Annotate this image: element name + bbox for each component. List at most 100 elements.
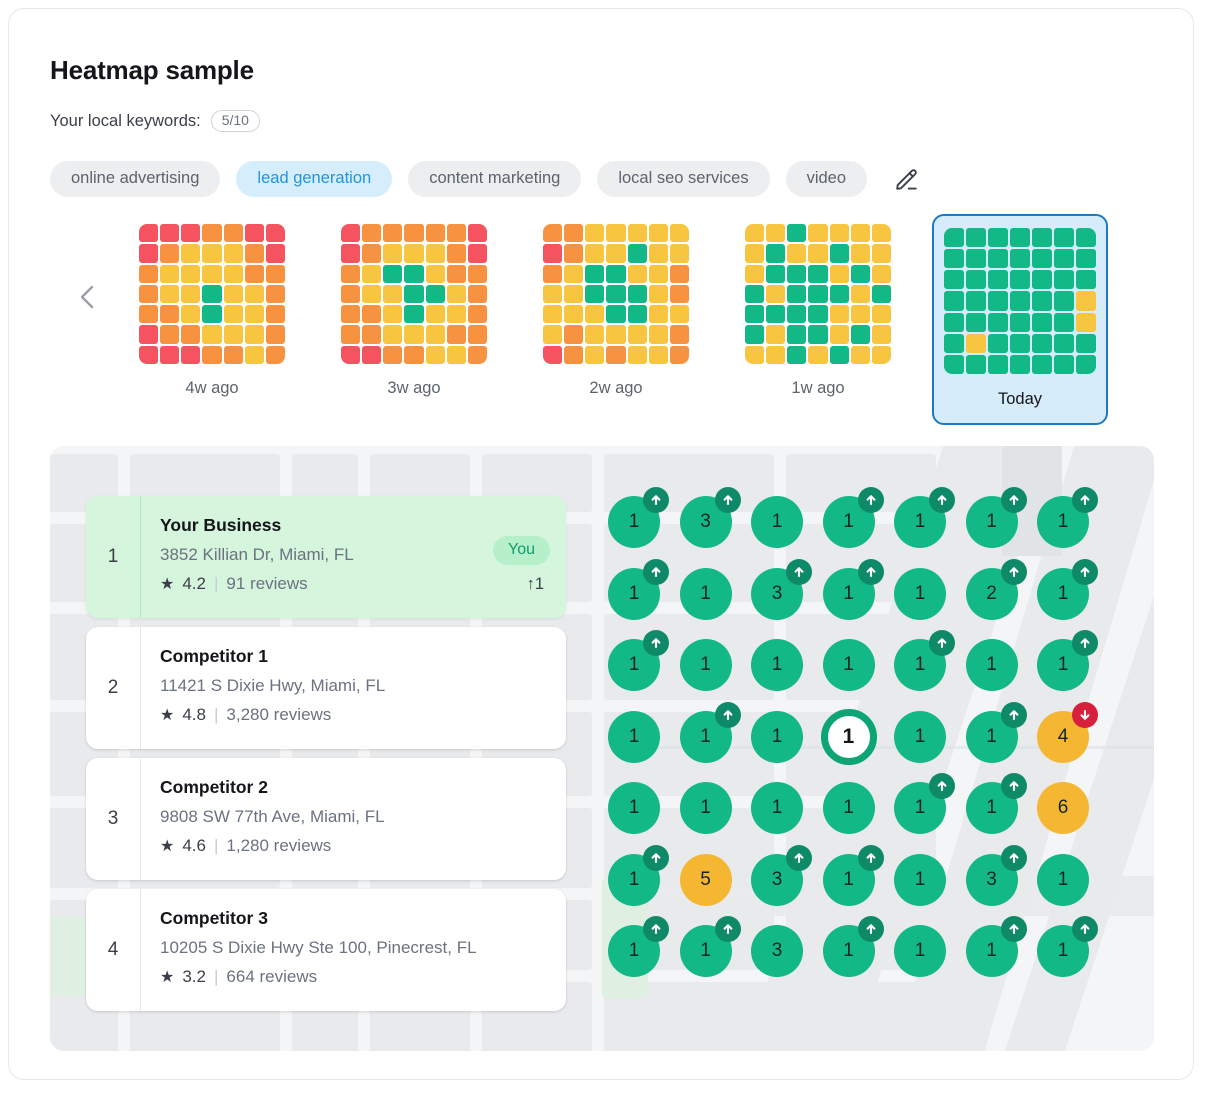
grid-cell	[543, 284, 563, 304]
ranking-row[interactable]: 3 Competitor 2 9808 SW 77th Ave, Miami, FL…	[86, 758, 566, 880]
grid-cell	[1054, 270, 1074, 290]
map-pin[interactable]: 1	[822, 916, 884, 977]
map-pin[interactable]: 1	[965, 916, 1027, 977]
map-pin[interactable]: 1	[894, 567, 946, 620]
map-pin[interactable]: 2	[965, 558, 1027, 620]
grid-cell	[160, 224, 180, 243]
grid-cell	[829, 284, 849, 304]
map-pin[interactable]: 1	[608, 487, 669, 548]
grid-cell	[850, 345, 870, 364]
map-pin[interactable]: 1	[822, 558, 884, 620]
keyword-chip-4[interactable]: video	[785, 161, 868, 198]
pin-rank-value: 1	[914, 654, 926, 675]
pin-rank-value: 1	[771, 511, 783, 532]
pin-rank-value: 1	[843, 582, 854, 604]
grid-cell	[564, 224, 584, 243]
map-pin[interactable]: 1	[608, 916, 669, 977]
map-pin[interactable]: 1	[894, 773, 955, 834]
map-pin[interactable]: 1	[894, 710, 946, 763]
map-pin[interactable]: 1	[679, 916, 741, 977]
timeline-snapshot-1[interactable]: 3w ago	[326, 214, 502, 425]
ranking-row[interactable]: 4 Competitor 3 10205 S Dixie Hwy Ste 100, …	[86, 889, 566, 1011]
grid-cell	[606, 305, 626, 324]
map-pin[interactable]: 6	[1037, 782, 1089, 834]
grid-cell	[202, 244, 222, 263]
grid-cell	[1054, 228, 1074, 248]
pin-rank-value: 1	[986, 511, 997, 532]
map-pin[interactable]: 3	[965, 844, 1027, 906]
business-name: Your Business	[160, 515, 282, 535]
map-pin[interactable]: 1	[965, 773, 1027, 834]
keyword-chip-3[interactable]: local seo services	[597, 161, 770, 198]
map-pin[interactable]: 1	[894, 925, 946, 977]
map-pin[interactable]: 1	[965, 701, 1027, 763]
rating-value: 4.8	[182, 705, 206, 724]
star-icon: ★	[160, 707, 175, 724]
map-pin[interactable]: 3	[679, 487, 741, 548]
map-pin[interactable]: 1	[679, 639, 732, 691]
map-pin[interactable]: 1	[1037, 853, 1089, 906]
pin-rank-value: 1	[986, 725, 997, 747]
grid-cell	[1054, 249, 1074, 269]
map-pin[interactable]: 5	[679, 853, 732, 906]
timeline-snapshot-2[interactable]: 2w ago	[528, 214, 704, 425]
snapshot-grid	[745, 224, 891, 364]
map-pin[interactable]: 4	[1037, 701, 1098, 763]
map-pin[interactable]: 1	[965, 487, 1027, 548]
grid-cell	[139, 345, 159, 364]
map-pin[interactable]: 1	[608, 710, 660, 763]
ranking-row[interactable]: 2 Competitor 1 11421 S Dixie Hwy, Miami, F…	[86, 627, 566, 749]
map-pin[interactable]: 1	[608, 558, 669, 620]
map-pin-current-location[interactable]: 1	[820, 708, 877, 765]
map-pin[interactable]: 1	[822, 487, 884, 548]
map-pin[interactable]: 1	[822, 782, 875, 834]
map-pin[interactable]: 1	[822, 844, 884, 906]
timeline-prev-button[interactable]	[70, 279, 106, 315]
map-pin[interactable]: 1	[608, 782, 660, 834]
map-pin[interactable]: 3	[751, 844, 812, 906]
map-pin[interactable]: 1	[822, 639, 875, 691]
star-icon: ★	[160, 838, 175, 855]
grid-cell	[1010, 333, 1030, 353]
map-pin[interactable]: 1	[751, 496, 803, 548]
map-pin[interactable]: 1	[894, 487, 955, 548]
grid-cell	[223, 284, 243, 304]
grid-cell	[1010, 354, 1030, 374]
map-pin[interactable]: 1	[1037, 630, 1098, 691]
map-pin[interactable]: 1	[1037, 487, 1098, 548]
pin-rank-value: 1	[628, 725, 640, 747]
map-pin[interactable]: 1	[751, 782, 803, 834]
map-pin[interactable]: 3	[751, 558, 812, 620]
map-pin[interactable]: 1	[894, 630, 955, 691]
trend-up-icon	[1000, 487, 1027, 513]
map-pin[interactable]: 1	[751, 639, 803, 691]
keyword-chip-2[interactable]: content marketing	[408, 161, 582, 198]
map-pin[interactable]: 1	[679, 701, 741, 763]
snapshot-grid	[341, 224, 487, 364]
timeline-snapshot-0[interactable]: 4w ago	[124, 214, 300, 425]
grid-cell	[446, 325, 466, 344]
map-pin[interactable]: 1	[679, 782, 732, 834]
edit-keywords-button[interactable]	[883, 165, 921, 193]
map-pin[interactable]: 1	[608, 844, 669, 906]
map-pin[interactable]: 1	[679, 567, 732, 620]
map-pin[interactable]: 3	[751, 925, 803, 977]
keyword-chip-0[interactable]: online advertising	[50, 161, 221, 198]
map-pin[interactable]: 1	[1037, 916, 1098, 977]
grid-cell	[766, 345, 786, 364]
grid-cell	[543, 325, 563, 344]
grid-cell	[181, 284, 201, 304]
grid-cell	[1032, 354, 1052, 374]
keyword-chip-1[interactable]: lead generation	[236, 161, 393, 198]
map-pin[interactable]: 1	[608, 630, 669, 691]
map-pin[interactable]: 1	[894, 853, 946, 906]
map-pin[interactable]: 1	[965, 639, 1018, 691]
map-pin[interactable]: 1	[1037, 558, 1098, 620]
map-container[interactable]: 1 Your Business 3852 Killian Dr, Miami, FL…	[50, 446, 1154, 1051]
pin-rank-value: 3	[986, 868, 997, 890]
grid-cell	[1076, 333, 1096, 353]
ranking-row[interactable]: 1 Your Business 3852 Killian Dr, Miami, FL…	[86, 496, 566, 618]
map-pin[interactable]: 1	[751, 710, 803, 763]
timeline-snapshot-4[interactable]: Today	[932, 214, 1108, 425]
timeline-snapshot-3[interactable]: 1w ago	[730, 214, 906, 425]
